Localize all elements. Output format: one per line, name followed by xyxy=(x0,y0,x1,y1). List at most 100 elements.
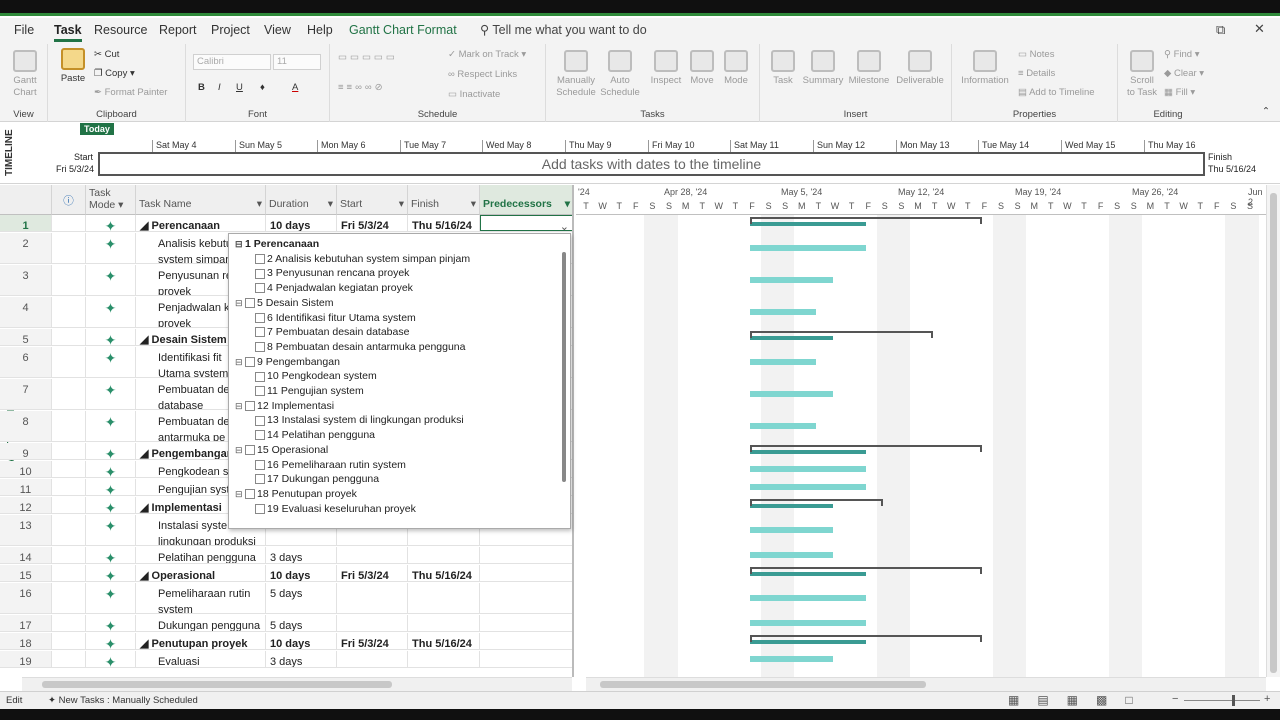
row-number[interactable]: 2 xyxy=(0,233,52,263)
clear-button[interactable]: ◆ Clear ▾ xyxy=(1164,68,1204,79)
start-cell[interactable] xyxy=(337,651,408,667)
vertical-scrollbar[interactable] xyxy=(1266,185,1280,677)
restore-icon[interactable]: ⧉ xyxy=(1216,22,1225,38)
finish-cell[interactable] xyxy=(408,651,480,667)
table-row[interactable]: 16 ✦ Pemeliharaan rutin system 5 days xyxy=(0,583,572,614)
dropdown-item[interactable]: 6 Identifikasi fitur Utama system xyxy=(255,312,416,324)
tab-gantt-chart-format[interactable]: Gantt Chart Format xyxy=(349,23,457,37)
auto-schedule-button[interactable]: Auto Schedule xyxy=(600,50,640,99)
gantt-horizontal-scrollbar[interactable] xyxy=(586,677,1266,691)
summary-bar[interactable] xyxy=(750,445,983,447)
indent-icons[interactable]: ≡≡∞∞⊘ xyxy=(338,82,386,93)
gantt-chart-button[interactable]: Gantt Chart xyxy=(8,50,42,99)
checkbox[interactable] xyxy=(255,430,265,441)
inspect-button[interactable]: Inspect xyxy=(648,50,684,87)
checkbox[interactable] xyxy=(255,283,265,294)
format-painter-button[interactable]: ✒ Format Painter xyxy=(94,87,167,98)
collapse-icon[interactable]: ⊟ xyxy=(235,445,245,456)
finish-cell[interactable] xyxy=(408,583,480,613)
dropdown-scrollbar[interactable] xyxy=(562,252,566,482)
table-row[interactable]: 1 ✦ ◢ Perencanaan 10 days Fri 5/3/24 Thu 5/16… xyxy=(0,215,572,232)
header-task-mode[interactable]: Task Mode ▾ xyxy=(86,185,136,215)
predecessors-cell[interactable] xyxy=(480,651,572,667)
row-number[interactable]: 14 xyxy=(0,547,52,563)
start-cell[interactable]: Fri 5/3/24 xyxy=(337,633,408,649)
zoom-slider-thumb[interactable] xyxy=(1232,695,1235,706)
collapse-icon[interactable]: ◢ xyxy=(140,334,152,345)
header-predecessors[interactable]: Predecessors ▾ xyxy=(480,185,572,215)
header-finish[interactable]: Finish ▾ xyxy=(408,185,480,215)
deliverable-button[interactable]: Deliverable xyxy=(894,50,946,87)
checkbox[interactable] xyxy=(255,253,265,264)
dropdown-item[interactable]: 19 Evaluasi keseluruhan proyek xyxy=(255,503,416,515)
table-row[interactable]: 19 ✦ Evaluasi keseluruhan 3 days xyxy=(0,651,572,668)
information-button[interactable]: Information xyxy=(958,50,1012,87)
task-name-cell[interactable]: Evaluasi keseluruhan xyxy=(136,651,266,667)
copy-button[interactable]: ❐ Copy ▾ xyxy=(94,68,135,79)
tab-report[interactable]: Report xyxy=(159,23,197,37)
mode-button[interactable]: Mode xyxy=(720,50,752,87)
row-number[interactable]: 9 xyxy=(0,443,52,459)
start-cell[interactable]: Fri 5/3/24 xyxy=(337,565,408,581)
predecessors-dropdown[interactable]: ⊟ 1 Perencanaan 2 Analisis kebutuhan syste… xyxy=(228,233,571,529)
row-number[interactable]: 1 xyxy=(0,215,52,231)
duration-cell[interactable]: 10 days xyxy=(266,215,337,231)
predecessors-cell[interactable] xyxy=(480,565,572,581)
collapse-ribbon-icon[interactable]: ⌃ xyxy=(1262,106,1270,117)
new-tasks-mode[interactable]: ✦ New Tasks : Manually Scheduled xyxy=(48,695,198,706)
start-cell[interactable] xyxy=(337,615,408,631)
predecessors-cell[interactable] xyxy=(480,547,572,563)
task-name-cell[interactable]: Pelatihan pengguna xyxy=(136,547,266,563)
dropdown-item[interactable]: ⊟ 18 Penutupan proyek xyxy=(235,488,357,500)
collapse-icon[interactable]: ◢ xyxy=(140,502,152,513)
collapse-icon[interactable]: ⊟ xyxy=(235,298,245,309)
dropdown-item[interactable]: 13 Instalasi system di lingkungan produk… xyxy=(255,414,464,426)
task-bar[interactable] xyxy=(750,484,867,490)
start-cell[interactable] xyxy=(337,583,408,613)
inactivate-button[interactable]: ▭ Inactivate xyxy=(448,89,500,100)
dropdown-item[interactable]: ⊟ 12 Implementasi xyxy=(235,400,334,412)
font-family-select[interactable]: Calibri xyxy=(193,54,271,70)
italic-button[interactable]: I xyxy=(218,82,221,93)
start-cell[interactable]: Fri 5/3/24 xyxy=(337,215,408,231)
dropdown-item[interactable]: ⊟ 5 Desain Sistem xyxy=(235,297,333,309)
task-name-cell[interactable]: Dukungan pengguna xyxy=(136,615,266,631)
task-bar[interactable] xyxy=(750,391,833,397)
font-size-select[interactable]: 11 xyxy=(273,54,321,70)
start-cell[interactable] xyxy=(337,547,408,563)
underline-button[interactable]: U xyxy=(236,82,243,93)
finish-cell[interactable] xyxy=(408,547,480,563)
finish-cell[interactable]: Thu 5/16/24 xyxy=(408,565,480,581)
view-shortcut-icons[interactable]: ▦▤▦▩□ xyxy=(1008,693,1151,707)
move-button[interactable]: Move xyxy=(686,50,718,87)
predecessors-cell[interactable]: ⌄ xyxy=(480,215,572,231)
collapse-icon[interactable]: ◢ xyxy=(140,220,152,231)
predecessors-cell[interactable] xyxy=(480,615,572,631)
insert-task-button[interactable]: Task xyxy=(768,50,798,87)
checkbox[interactable] xyxy=(255,268,265,279)
row-number[interactable]: 16 xyxy=(0,583,52,613)
finish-cell[interactable] xyxy=(408,615,480,631)
dropdown-item[interactable]: 3 Penyusunan rencana proyek xyxy=(255,267,409,279)
task-bar[interactable] xyxy=(750,423,817,429)
collapse-icon[interactable]: ◢ xyxy=(140,638,152,649)
details-button[interactable]: ≡ Details xyxy=(1018,68,1055,79)
manually-schedule-button[interactable]: Manually Schedule xyxy=(554,50,598,99)
checkbox[interactable] xyxy=(255,312,265,323)
respect-links-button[interactable]: ∞ Respect Links xyxy=(448,69,517,80)
summary-bar[interactable] xyxy=(750,635,983,637)
summary-progress-bar[interactable] xyxy=(750,640,867,644)
row-number[interactable]: 3 xyxy=(0,265,52,295)
summary-bar[interactable] xyxy=(750,567,983,569)
dropdown-item[interactable]: ⊟ 9 Pengembangan xyxy=(235,356,340,368)
zoom-out-icon[interactable]: − xyxy=(1172,693,1178,705)
notes-button[interactable]: ▭ Notes xyxy=(1018,49,1054,60)
table-row[interactable]: 18 ✦ ◢ Penutupan proyek 10 days Fri 5/3/24 Th… xyxy=(0,633,572,650)
checkbox[interactable] xyxy=(245,400,255,411)
checkbox[interactable] xyxy=(255,459,265,470)
dropdown-item[interactable]: 11 Pengujian system xyxy=(255,385,364,397)
grid-scrollbar-thumb[interactable] xyxy=(42,681,392,688)
fill-button[interactable]: ▦ Fill ▾ xyxy=(1164,87,1195,98)
collapse-icon[interactable]: ◢ xyxy=(140,448,152,459)
chevron-down-icon[interactable]: ⌄ xyxy=(560,219,569,230)
